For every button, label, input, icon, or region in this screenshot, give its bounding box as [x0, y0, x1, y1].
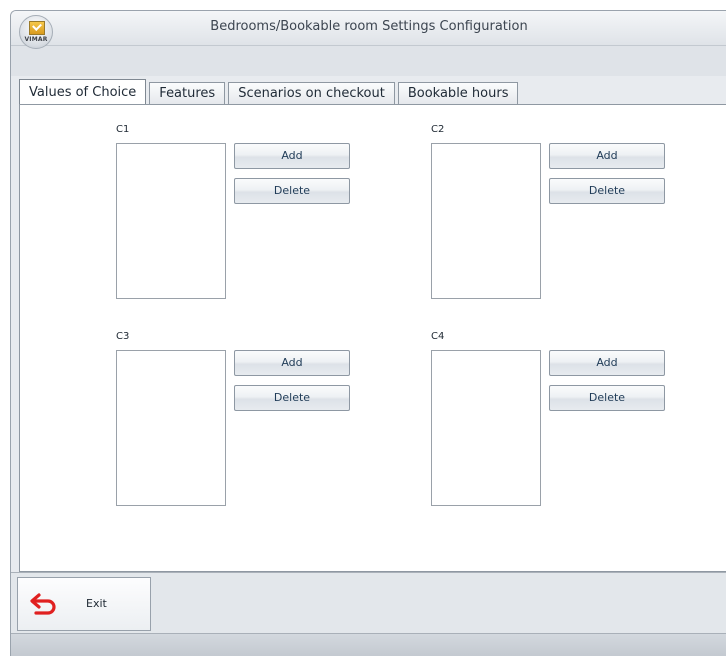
tab-values-of-choice[interactable]: Values of Choice [19, 79, 147, 105]
undo-arrow-icon [30, 593, 56, 615]
title-bar: Bedrooms/Bookable room Settings Configur… [11, 11, 726, 46]
listbox-c4[interactable] [431, 350, 541, 506]
tab-features[interactable]: Features [149, 82, 226, 104]
exit-label: Exit [86, 597, 107, 610]
listbox-c3[interactable] [116, 350, 226, 506]
add-button-c4[interactable]: Add [549, 350, 665, 376]
exit-button[interactable]: Exit [17, 577, 151, 631]
delete-button-c4[interactable]: Delete [549, 385, 665, 411]
add-button-c2[interactable]: Add [549, 143, 665, 169]
tab-bookable-hours[interactable]: Bookable hours [397, 82, 519, 104]
vimar-logo-text: VIMAR [24, 36, 48, 43]
values-of-choice-panel: C1 Add Delete C2 Add Delete C3 Add Delet… [19, 104, 726, 572]
delete-button-c3[interactable]: Delete [234, 385, 350, 411]
app-window: Bedrooms/Bookable room Settings Configur… [10, 10, 726, 656]
app-menu-button[interactable]: VIMAR [19, 15, 53, 49]
listbox-c2[interactable] [431, 143, 541, 299]
status-bar [11, 633, 726, 656]
tab-strip: Values of Choice Features Scenarios on c… [19, 79, 521, 105]
tab-scenarios-on-checkout[interactable]: Scenarios on checkout [228, 82, 395, 104]
group-label-c3: C3 [116, 331, 130, 342]
window-title: Bedrooms/Bookable room Settings Configur… [210, 19, 528, 34]
add-button-c3[interactable]: Add [234, 350, 350, 376]
group-label-c1: C1 [116, 124, 130, 135]
ribbon-strip [11, 46, 726, 76]
delete-button-c1[interactable]: Delete [234, 178, 350, 204]
delete-button-c2[interactable]: Delete [549, 178, 665, 204]
listbox-c1[interactable] [116, 143, 226, 299]
group-label-c2: C2 [431, 124, 445, 135]
add-button-c1[interactable]: Add [234, 143, 350, 169]
group-label-c4: C4 [431, 331, 445, 342]
vimar-logo-icon [29, 21, 45, 35]
